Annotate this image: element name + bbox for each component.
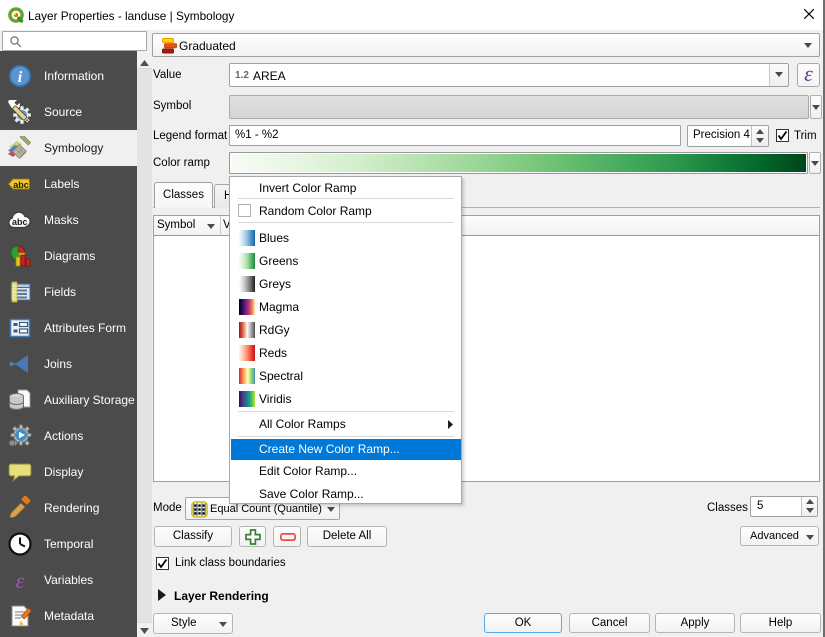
svg-text:abc: abc — [13, 180, 29, 190]
svg-text:abc: abc — [12, 217, 28, 227]
svg-text:ε: ε — [16, 568, 25, 592]
svg-text:i: i — [18, 69, 23, 86]
